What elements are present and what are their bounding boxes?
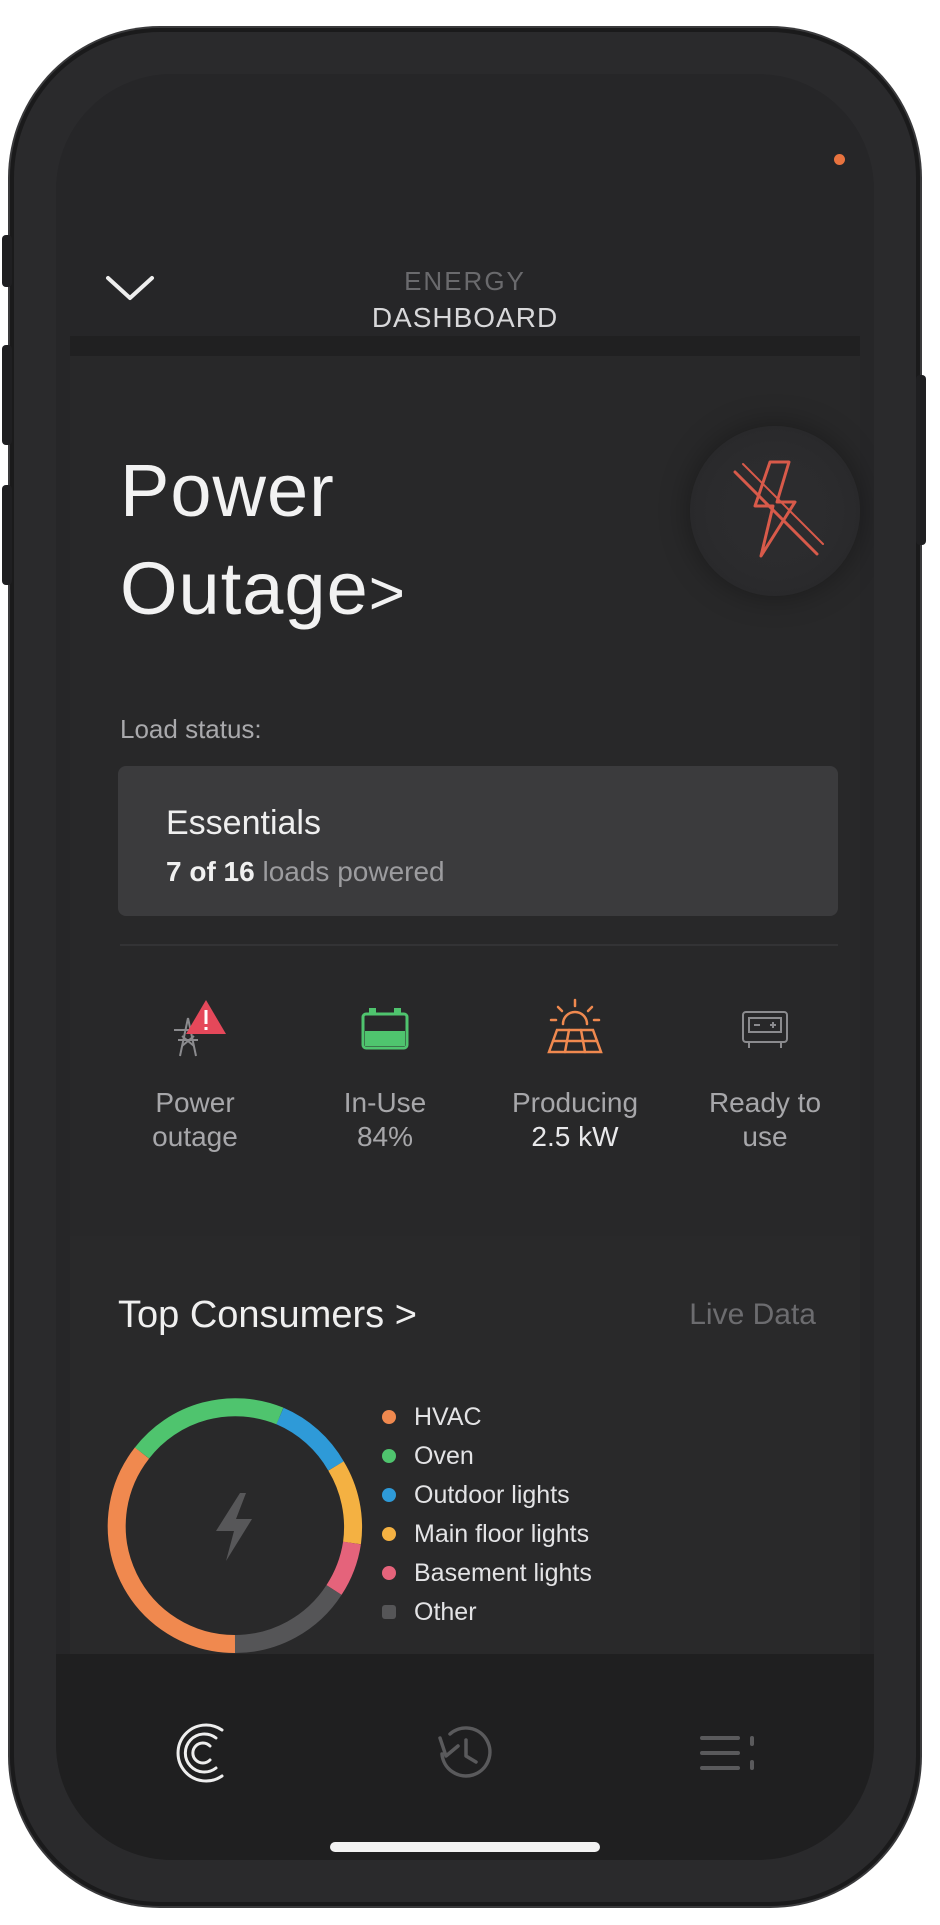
grid-outage-warning-icon (174, 1000, 226, 1057)
lightning-icon (216, 1493, 252, 1561)
legend-dot (382, 1410, 396, 1424)
legend-item-outdoor-lights: Outdoor lights (382, 1476, 592, 1515)
legend-label: HVAC (414, 1403, 482, 1431)
stat-grid[interactable]: Power outage (100, 986, 290, 1166)
top-consumers-title[interactable]: Top Consumers > (118, 1294, 417, 1337)
side-button-silent (2, 235, 12, 287)
stat-battery-label: In-Use 84% (290, 1086, 480, 1154)
load-status-card[interactable]: Essentials 7 of 16 loads powered (118, 766, 838, 916)
legend-label: Other (414, 1598, 477, 1626)
app-header: ENERGY DASHBOARD (56, 214, 874, 333)
top-consumers-section: Top Consumers > Live Data HVAC Oven Outd… (70, 1236, 860, 1656)
side-button-volume-up (2, 345, 12, 445)
camera-indicator-dot (834, 154, 845, 165)
side-button-power (916, 375, 926, 545)
bottom-navigation (56, 1654, 874, 1860)
lightning-off-icon (733, 460, 824, 558)
donut-segment-outdoor-lights (276, 1407, 344, 1471)
history-icon (438, 1726, 492, 1778)
donut-segment-basement-lights (326, 1541, 361, 1595)
consumers-legend: HVAC Oven Outdoor lights Main floor ligh… (382, 1398, 592, 1632)
stat-grid-line1: Power (155, 1087, 235, 1118)
stat-generator-label: Ready to use (670, 1086, 860, 1154)
stat-solar[interactable]: Producing 2.5 kW (480, 986, 670, 1166)
energy-stats: Power outage In-Use 84% Producing 2.5 kW… (100, 986, 860, 1166)
donut-segment-main-floor-lights (328, 1461, 363, 1545)
loads-powered-count: 7 of 16 (166, 856, 255, 887)
power-outage-title[interactable]: Power Outage> (120, 442, 406, 643)
stat-generator[interactable]: Ready to use (670, 986, 860, 1166)
outage-card: Power Outage> Load status: Essentials 7 … (70, 336, 860, 1256)
legend-item-basement-lights: Basement lights (382, 1554, 592, 1593)
loads-powered: 7 of 16 loads powered (166, 856, 445, 888)
stat-solar-label: Producing 2.5 kW (480, 1086, 670, 1154)
nav-home[interactable] (160, 1708, 250, 1798)
legend-dot (382, 1488, 396, 1502)
title-line-2: Outage> (120, 540, 406, 643)
donut-segment-other (234, 1584, 342, 1653)
legend-label: Outdoor lights (414, 1481, 570, 1509)
app-screen: ENERGY DASHBOARD Power Outage> Load stat… (56, 74, 874, 1860)
title-line-1: Power (120, 449, 335, 532)
title-line-2-text: Outage (120, 547, 369, 630)
stat-battery-line1: In-Use (343, 1087, 427, 1118)
load-mode: Essentials (166, 804, 321, 842)
solar-panel-icon (547, 998, 603, 1054)
legend-label: Oven (414, 1442, 474, 1470)
stat-solar-line1: Producing (511, 1087, 639, 1118)
legend-dot (382, 1605, 396, 1619)
title-arrow: > (368, 559, 406, 628)
legend-item-main-floor-lights: Main floor lights (382, 1515, 592, 1554)
stat-battery[interactable]: In-Use 84% (290, 986, 480, 1166)
header-subtitle: ENERGY (404, 266, 526, 296)
stat-grid-line2: outage (152, 1121, 238, 1152)
header-title: DASHBOARD (371, 302, 559, 333)
home-logo-icon (176, 1723, 224, 1783)
stat-battery-line2: 84% (356, 1121, 414, 1152)
battery-icon (361, 1008, 409, 1050)
stat-solar-line2: 2.5 kW (531, 1121, 619, 1152)
menu-icon (700, 1736, 754, 1770)
legend-dot (382, 1566, 396, 1580)
legend-dot (382, 1527, 396, 1541)
generator-icon (742, 1011, 788, 1048)
status-badge (690, 426, 860, 596)
legend-label: Main floor lights (414, 1520, 590, 1548)
legend-item-oven: Oven (382, 1437, 592, 1476)
consumption-donut-chart (107, 1398, 363, 1654)
top-consumers-title-text: Top Consumers (118, 1294, 385, 1336)
stat-generator-line2: use (742, 1121, 788, 1152)
live-data-toggle[interactable]: Live Data (689, 1298, 816, 1332)
donut-segment-oven (134, 1398, 284, 1459)
side-button-volume-down (2, 485, 12, 585)
stat-grid-label: Power outage (100, 1086, 290, 1154)
legend-item-other: Other (382, 1593, 592, 1632)
stat-generator-line1: Ready to (708, 1087, 822, 1118)
section-divider (120, 944, 838, 946)
legend-item-hvac: HVAC (382, 1398, 592, 1437)
loads-powered-suffix: loads powered (262, 856, 445, 887)
legend-label: Basement lights (414, 1559, 592, 1587)
top-consumers-arrow: > (394, 1294, 417, 1336)
donut-segment-hvac (107, 1447, 236, 1654)
load-status-label: Load status: (120, 714, 262, 744)
nav-history[interactable] (420, 1708, 510, 1798)
home-indicator[interactable] (330, 1842, 600, 1852)
legend-dot (382, 1449, 396, 1463)
nav-menu[interactable] (688, 1708, 778, 1798)
